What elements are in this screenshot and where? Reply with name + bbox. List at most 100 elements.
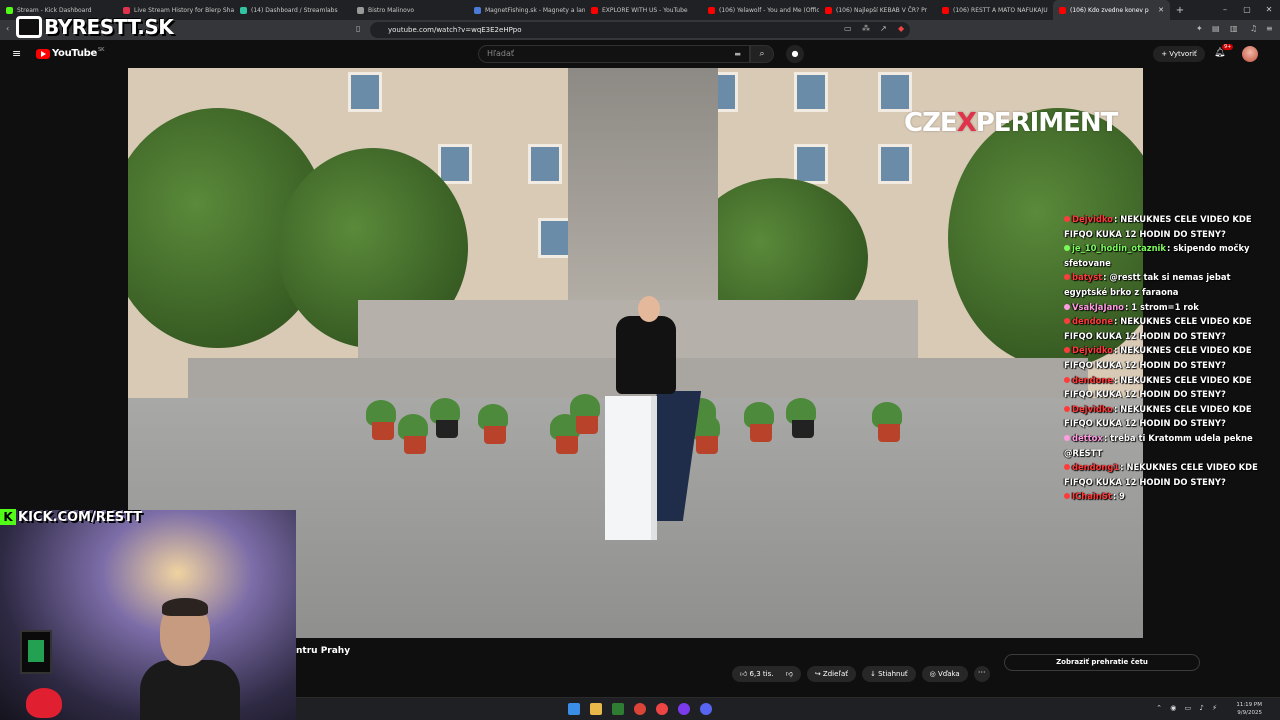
- browser-tab[interactable]: (106) Yelawolf - You and Me (Offic: [702, 0, 819, 20]
- browser-tab[interactable]: (106) RESTT A MATO NAFUKAJU: [936, 0, 1053, 20]
- browser-tab[interactable]: (106) Najlepší KEBAB V ČR? Pr: [819, 0, 936, 20]
- youtube-logo[interactable]: YouTube SK: [36, 47, 104, 59]
- video-actions: 👍︎ 6,3 tis. 👎︎ ↪ Zdieľať ↓ Stiahnuť ◎ Vď…: [732, 666, 990, 682]
- webcam-overlay: [0, 510, 296, 720]
- extensions-icon[interactable]: ✦: [1196, 24, 1203, 33]
- tab-favicon-icon: [474, 6, 481, 14]
- download-button[interactable]: ↓ Stiahnuť: [862, 666, 916, 682]
- tab-label: MagnetFishing.sk - Magnety a lan: [485, 6, 585, 14]
- chat-username: Dejvidko: [1072, 345, 1113, 356]
- chat-username: Dejvidko: [1072, 403, 1113, 414]
- voice-search-button[interactable]: ●: [786, 45, 804, 63]
- chat-badge-icon: [1064, 318, 1070, 325]
- more-options-button[interactable]: ···: [973, 666, 990, 682]
- obs-icon[interactable]: [678, 703, 690, 715]
- tab-favicon-icon: [591, 6, 598, 14]
- chat-username: dettox: [1072, 432, 1103, 443]
- chat-message: dendone: NEKUKNES CELE VIDEO KDE FIFQO K…: [1064, 374, 1252, 400]
- chat-text: 1 strom=1 rok: [1131, 301, 1199, 312]
- brave-icon[interactable]: [656, 703, 668, 715]
- mic-icon: ●: [791, 49, 799, 58]
- share-button[interactable]: ↪ Zdieľať: [806, 666, 857, 682]
- browser-tab[interactable]: EXPLORE WITH US - YouTube: [585, 0, 702, 20]
- chat-message: dendong1: NEKUKNES CELE VIDEO KDE FIFQO …: [1064, 462, 1258, 487]
- tab-label: Bistro Malinovo: [368, 6, 415, 14]
- search-placeholder: Hľadať: [487, 49, 515, 58]
- chat-badge-icon: [1064, 493, 1070, 500]
- hamburger-menu-icon[interactable]: ≡: [12, 47, 21, 60]
- maximize-button[interactable]: ▢: [1236, 0, 1258, 20]
- search-button[interactable]: ⌕: [750, 45, 774, 63]
- close-tab-icon[interactable]: ✕: [1158, 6, 1164, 14]
- chat-badge-icon: [1064, 274, 1070, 281]
- tv-icon: [16, 16, 42, 38]
- browser-tab[interactable]: (106) Kdo zvedne konev p ✕: [1053, 0, 1170, 20]
- chat-username: dendong1: [1072, 462, 1120, 473]
- chrome-icon[interactable]: [634, 703, 646, 715]
- tab-favicon-icon: [942, 6, 949, 14]
- thanks-button[interactable]: ◎ Vďaka: [921, 666, 968, 682]
- back-icon[interactable]: ‹: [6, 24, 9, 33]
- url-text: youtube.com/watch?v=wqE3E2eHPpo: [388, 26, 522, 34]
- thumbs-down-icon[interactable]: 👎︎: [786, 670, 793, 678]
- chat-text: 9: [1119, 491, 1125, 502]
- terminal-icon[interactable]: [612, 703, 624, 715]
- music-icon[interactable]: ♫: [1250, 24, 1257, 33]
- discord-icon[interactable]: [700, 703, 712, 715]
- like-count: 6,3 tis.: [749, 670, 774, 678]
- tab-label: (106) RESTT A MATO NAFUKAJU: [953, 6, 1048, 14]
- chat-message: dendone: NEKUKNES CELE VIDEO KDE FIFQO K…: [1064, 316, 1252, 341]
- keyboard-icon[interactable]: ▬: [734, 46, 741, 62]
- extension-icon[interactable]: ◆: [898, 24, 904, 33]
- taskbar-clock[interactable]: 11:19 PM 9/9/2025: [1236, 701, 1262, 717]
- sidebar-icon[interactable]: ▥: [1230, 24, 1238, 33]
- avatar[interactable]: [1242, 46, 1258, 62]
- chat-username: dendone: [1072, 316, 1114, 327]
- create-label: Vytvoriť: [1169, 50, 1197, 58]
- chat-message: dettox: treba ti Kratomm udela pekne @RE…: [1064, 432, 1253, 458]
- heart-icon: [26, 688, 62, 718]
- browser-tab[interactable]: (14) Dashboard / Streamlabs: [234, 0, 351, 20]
- search-icon: ⌕: [759, 49, 765, 59]
- close-window-button[interactable]: ✕: [1258, 0, 1280, 20]
- cast-icon[interactable]: ▭: [844, 24, 852, 33]
- url-field[interactable]: youtube.com/watch?v=wqE3E2eHPpo: [370, 22, 910, 38]
- tab-label: (14) Dashboard / Streamlabs: [251, 6, 338, 14]
- create-button[interactable]: + Vytvoriť: [1153, 46, 1205, 62]
- youtube-header: ≡ YouTube SK Hľadať ▬ ⌕ ● + Vytvoriť 🔔︎ …: [0, 40, 1280, 68]
- notification-badge: 9+: [1222, 44, 1234, 50]
- chat-overlay: Dejvidko: NEKUKNES CELE VIDEO KDE FIFQO …: [1064, 212, 1276, 504]
- system-tray[interactable]: ⌃ ◉ ▭ ♪ ⚡: [1156, 704, 1220, 712]
- download-label: Stiahnuť: [878, 670, 908, 678]
- browser-tab[interactable]: Bistro Malinovo: [351, 0, 468, 20]
- kick-banner: K KICK.COM/RESTT: [0, 508, 142, 526]
- address-bar-row: ‹ ▯ youtube.com/watch?v=wqE3E2eHPpo ▭ ⁂ …: [0, 20, 1280, 40]
- bookmark-icon[interactable]: ▯: [356, 24, 360, 33]
- like-button[interactable]: 👍︎ 6,3 tis. 👎︎: [732, 666, 801, 682]
- start-icon[interactable]: [568, 703, 580, 715]
- menu-icon[interactable]: ≡: [1266, 24, 1273, 33]
- tab-favicon-icon: [123, 6, 130, 14]
- chat-message: Dejvidko: NEKUKNES CELE VIDEO KDE FIFQO …: [1064, 403, 1252, 429]
- browser-tab[interactable]: MagnetFishing.sk - Magnety a lan: [468, 0, 585, 20]
- download-icon[interactable]: ▤: [1212, 24, 1220, 33]
- translate-icon[interactable]: ⁂: [862, 24, 870, 33]
- new-tab-button[interactable]: +: [1170, 5, 1190, 16]
- chat-message: Dejvidko: NEKUKNES CELE VIDEO KDE FIFQO …: [1064, 214, 1252, 239]
- white-pillar: [605, 396, 657, 540]
- thanks-icon: ◎: [929, 670, 938, 678]
- search-input[interactable]: Hľadať ▬: [478, 45, 750, 63]
- youtube-play-icon: [36, 48, 50, 59]
- share-icon[interactable]: ↗: [880, 24, 887, 33]
- minimize-button[interactable]: –: [1214, 0, 1236, 20]
- chat-username: Dejvidko: [1072, 214, 1113, 224]
- chat-username: je_10_hodin_otaznik: [1072, 243, 1166, 254]
- chat-badge-icon: [1064, 347, 1070, 354]
- tab-label: Live Stream History for Blerp Share: [134, 6, 234, 14]
- chat-replay-button[interactable]: Zobraziť prehratie četu: [1004, 654, 1200, 671]
- czexperiment-watermark: CZEXPERIMENT: [904, 108, 1118, 138]
- file-explorer-icon[interactable]: [590, 703, 602, 715]
- chat-badge-icon: [1064, 405, 1070, 412]
- brand-text: BYRESTT.SK: [44, 15, 174, 39]
- share-label: Zdieľať: [822, 670, 849, 678]
